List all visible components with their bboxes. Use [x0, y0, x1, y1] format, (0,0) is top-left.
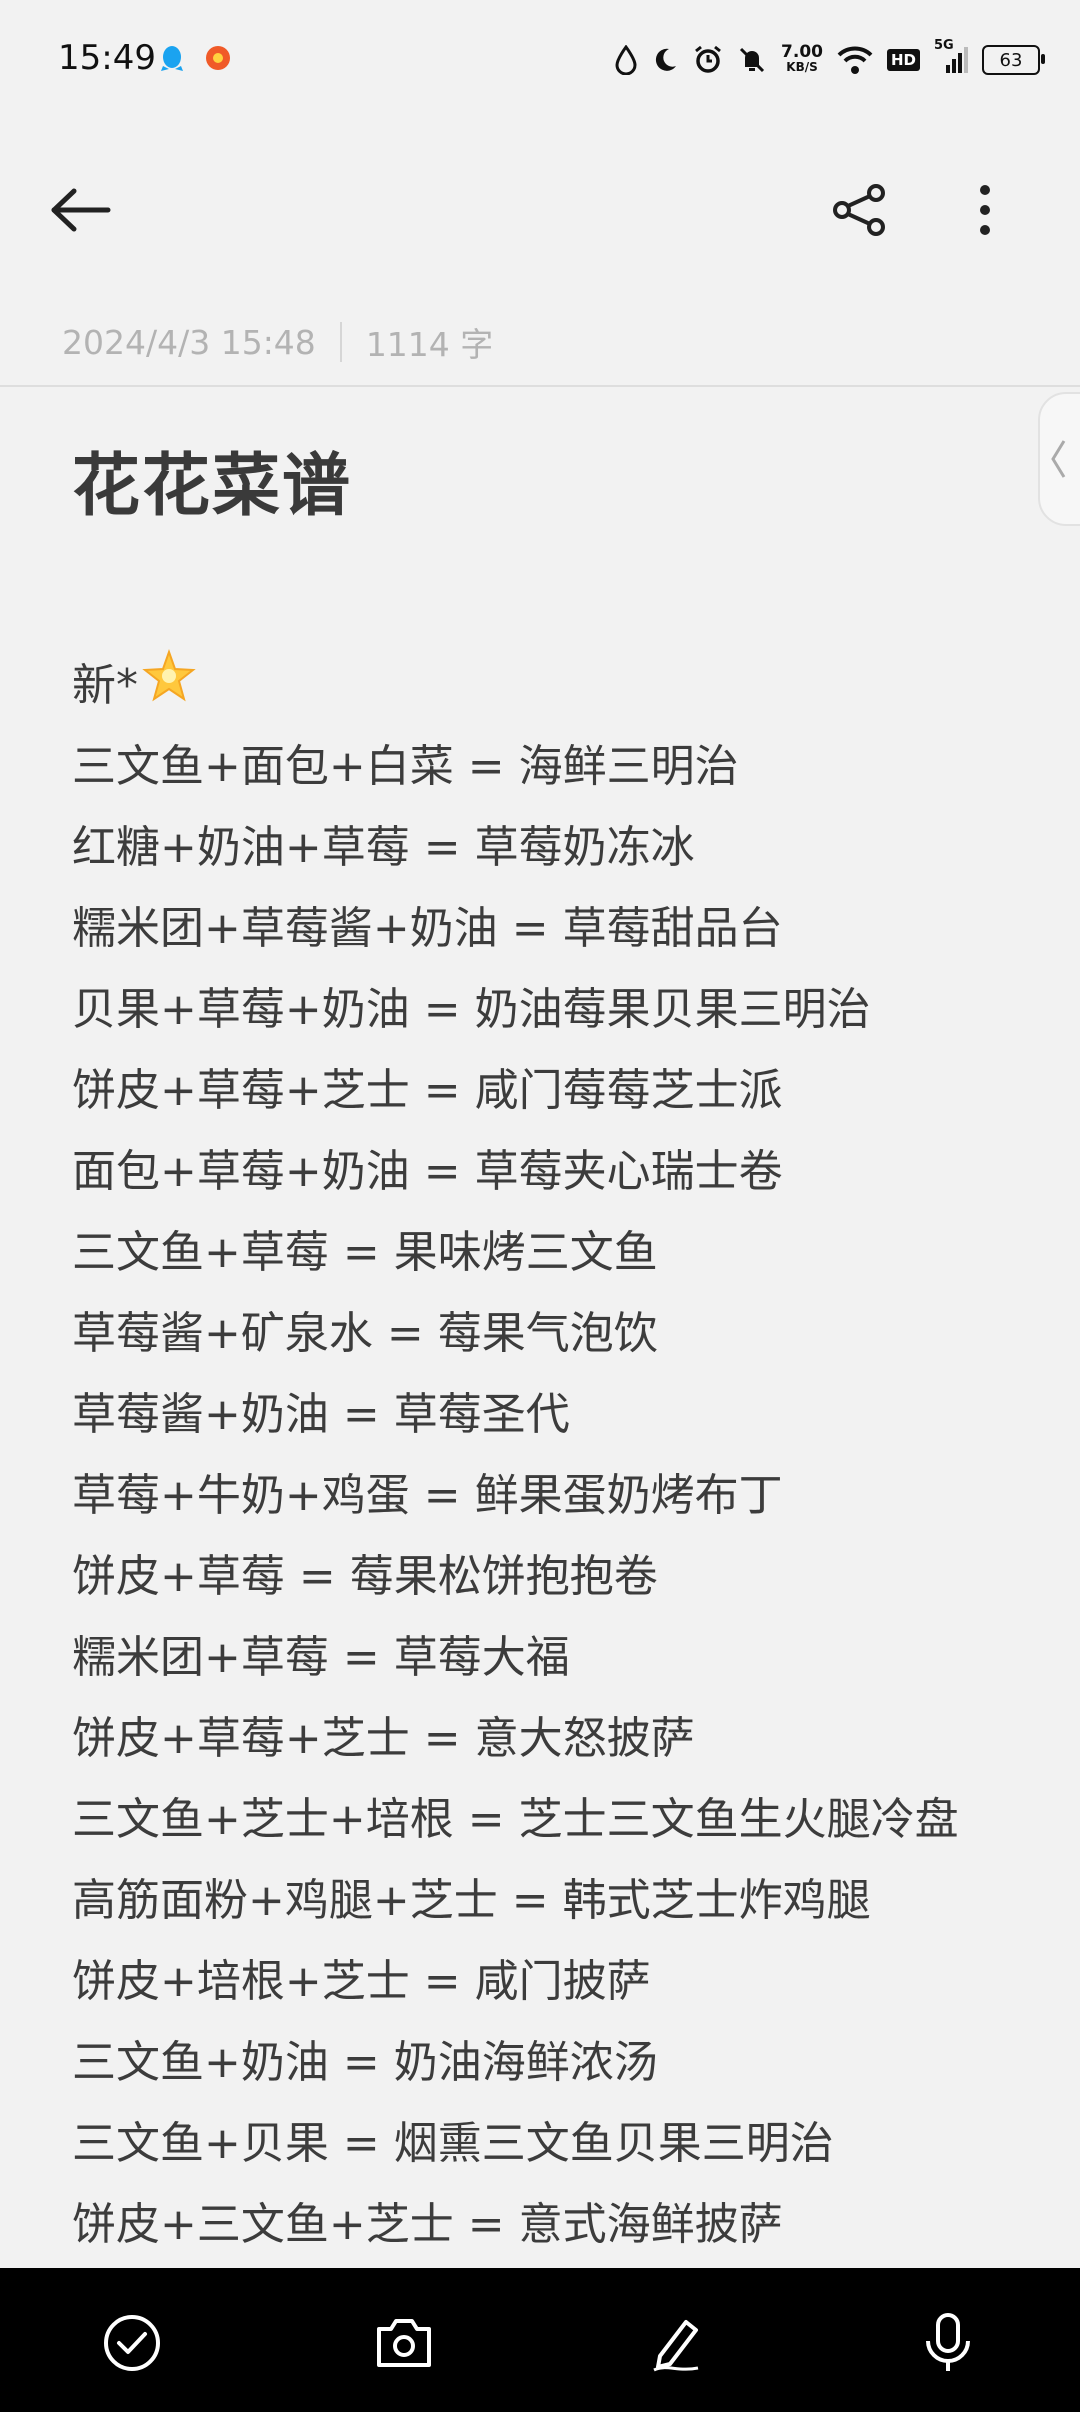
network-label: 5G: [934, 38, 954, 53]
water-drop-icon: [615, 40, 637, 80]
status-right-icons: 7.00 KB/S HD 5G 63: [615, 38, 1045, 80]
note-line[interactable]: 草莓+牛奶+鸡蛋 = 鲜果蛋奶烤布丁: [72, 1455, 1052, 1536]
note-line[interactable]: 三文鱼+面包+白菜 = 海鲜三明治: [72, 726, 1052, 807]
camera-button[interactable]: [369, 2308, 439, 2378]
note-line[interactable]: 饼皮+培根+芝士 = 咸门披萨: [72, 1941, 1052, 2022]
signal-icon: 5G: [934, 38, 968, 80]
note-line[interactable]: 草莓酱+奶油 = 草莓圣代: [72, 1374, 1052, 1455]
note-meta: 2024/4/3 15:48 1114 字: [62, 318, 493, 366]
note-line[interactable]: 饼皮+草莓+芝士 = 意大怒披萨: [72, 1698, 1052, 1779]
note-line[interactable]: 饼皮+草莓+芝士 = 咸门莓莓芝士派: [72, 1050, 1052, 1131]
battery-icon: 63: [982, 40, 1045, 80]
note-content[interactable]: 新* 三文鱼+面包+白菜 = 海鲜三明治 红糖+奶油+草莓 = 草莓奶冻冰 糯米…: [72, 645, 1052, 2265]
note-line[interactable]: 面包+草莓+奶油 = 草莓夹心瑞士卷: [72, 1131, 1052, 1212]
status-bar: 15:49 7.00 KB/S HD 5G 63: [0, 0, 1080, 124]
note-line[interactable]: 新*: [72, 645, 1052, 726]
note-line[interactable]: 贝果+草莓+奶油 = 奶油莓果贝果三明治: [72, 969, 1052, 1050]
note-line-text: 新*: [72, 660, 138, 711]
bottom-toolbar: [0, 2268, 1080, 2412]
battery-level: 63: [982, 45, 1045, 75]
handwriting-button[interactable]: [642, 2308, 712, 2378]
pen-icon: [653, 2320, 699, 2372]
qq-icon: [158, 44, 186, 72]
moon-icon: [651, 40, 679, 80]
app-badge-icon: [204, 44, 232, 72]
note-line[interactable]: 高筋面粉+鸡腿+芝士 = 韩式芝士炸鸡腿: [72, 1860, 1052, 1941]
wifi-icon: [837, 40, 873, 80]
net-speed-unit: KB/S: [786, 60, 818, 74]
hd-icon: HD: [886, 40, 920, 80]
note-line[interactable]: 饼皮+草莓 = 莓果松饼抱抱卷: [72, 1536, 1052, 1617]
hd-label: HD: [886, 49, 920, 71]
notification-icons: [158, 44, 232, 72]
more-options-button[interactable]: [955, 180, 1015, 240]
mute-bell-icon: [737, 40, 767, 80]
glowing-star-icon: [142, 648, 196, 729]
checklist-button[interactable]: [97, 2308, 167, 2378]
net-speed-value: 7.00: [781, 42, 823, 62]
checklist-icon: [104, 2315, 160, 2371]
status-time: 15:49: [58, 38, 156, 78]
microphone-icon: [926, 2313, 970, 2371]
alarm-icon: [693, 40, 723, 80]
more-vertical-icon: [980, 185, 990, 235]
meta-divider: [0, 385, 1080, 387]
note-line[interactable]: 三文鱼+草莓 = 果味烤三文鱼: [72, 1212, 1052, 1293]
note-line[interactable]: 糯米团+草莓 = 草莓大福: [72, 1617, 1052, 1698]
side-panel-handle[interactable]: [1038, 392, 1080, 526]
meta-separator: [339, 322, 342, 362]
note-word-count: 1114 字: [365, 325, 494, 364]
share-icon: [833, 184, 885, 236]
note-line[interactable]: 三文鱼+奶油 = 奶油海鲜浓汤: [72, 2022, 1052, 2103]
camera-icon: [377, 2319, 431, 2367]
arrow-left-icon: [51, 188, 111, 232]
voice-input-button[interactable]: [913, 2308, 983, 2378]
net-speed: 7.00 KB/S: [781, 40, 823, 80]
note-line[interactable]: 红糖+奶油+草莓 = 草莓奶冻冰: [72, 807, 1052, 888]
note-line[interactable]: 草莓酱+矿泉水 = 莓果气泡饮: [72, 1293, 1052, 1374]
note-line[interactable]: 饼皮+三文鱼+芝士 = 意式海鲜披萨: [72, 2184, 1052, 2265]
note-toolbar: [0, 160, 1080, 260]
note-title[interactable]: 花花菜谱: [72, 430, 352, 529]
note-date: 2024/4/3 15:48: [62, 322, 316, 362]
note-line[interactable]: 三文鱼+芝士+培根 = 芝士三文鱼生火腿冷盘: [72, 1779, 1052, 1860]
back-button[interactable]: [50, 180, 140, 240]
share-button[interactable]: [820, 180, 900, 240]
chevron-left-icon: [1051, 440, 1066, 478]
note-line[interactable]: 三文鱼+贝果 = 烟熏三文鱼贝果三明治: [72, 2103, 1052, 2184]
note-line[interactable]: 糯米团+草莓酱+奶油 = 草莓甜品台: [72, 888, 1052, 969]
